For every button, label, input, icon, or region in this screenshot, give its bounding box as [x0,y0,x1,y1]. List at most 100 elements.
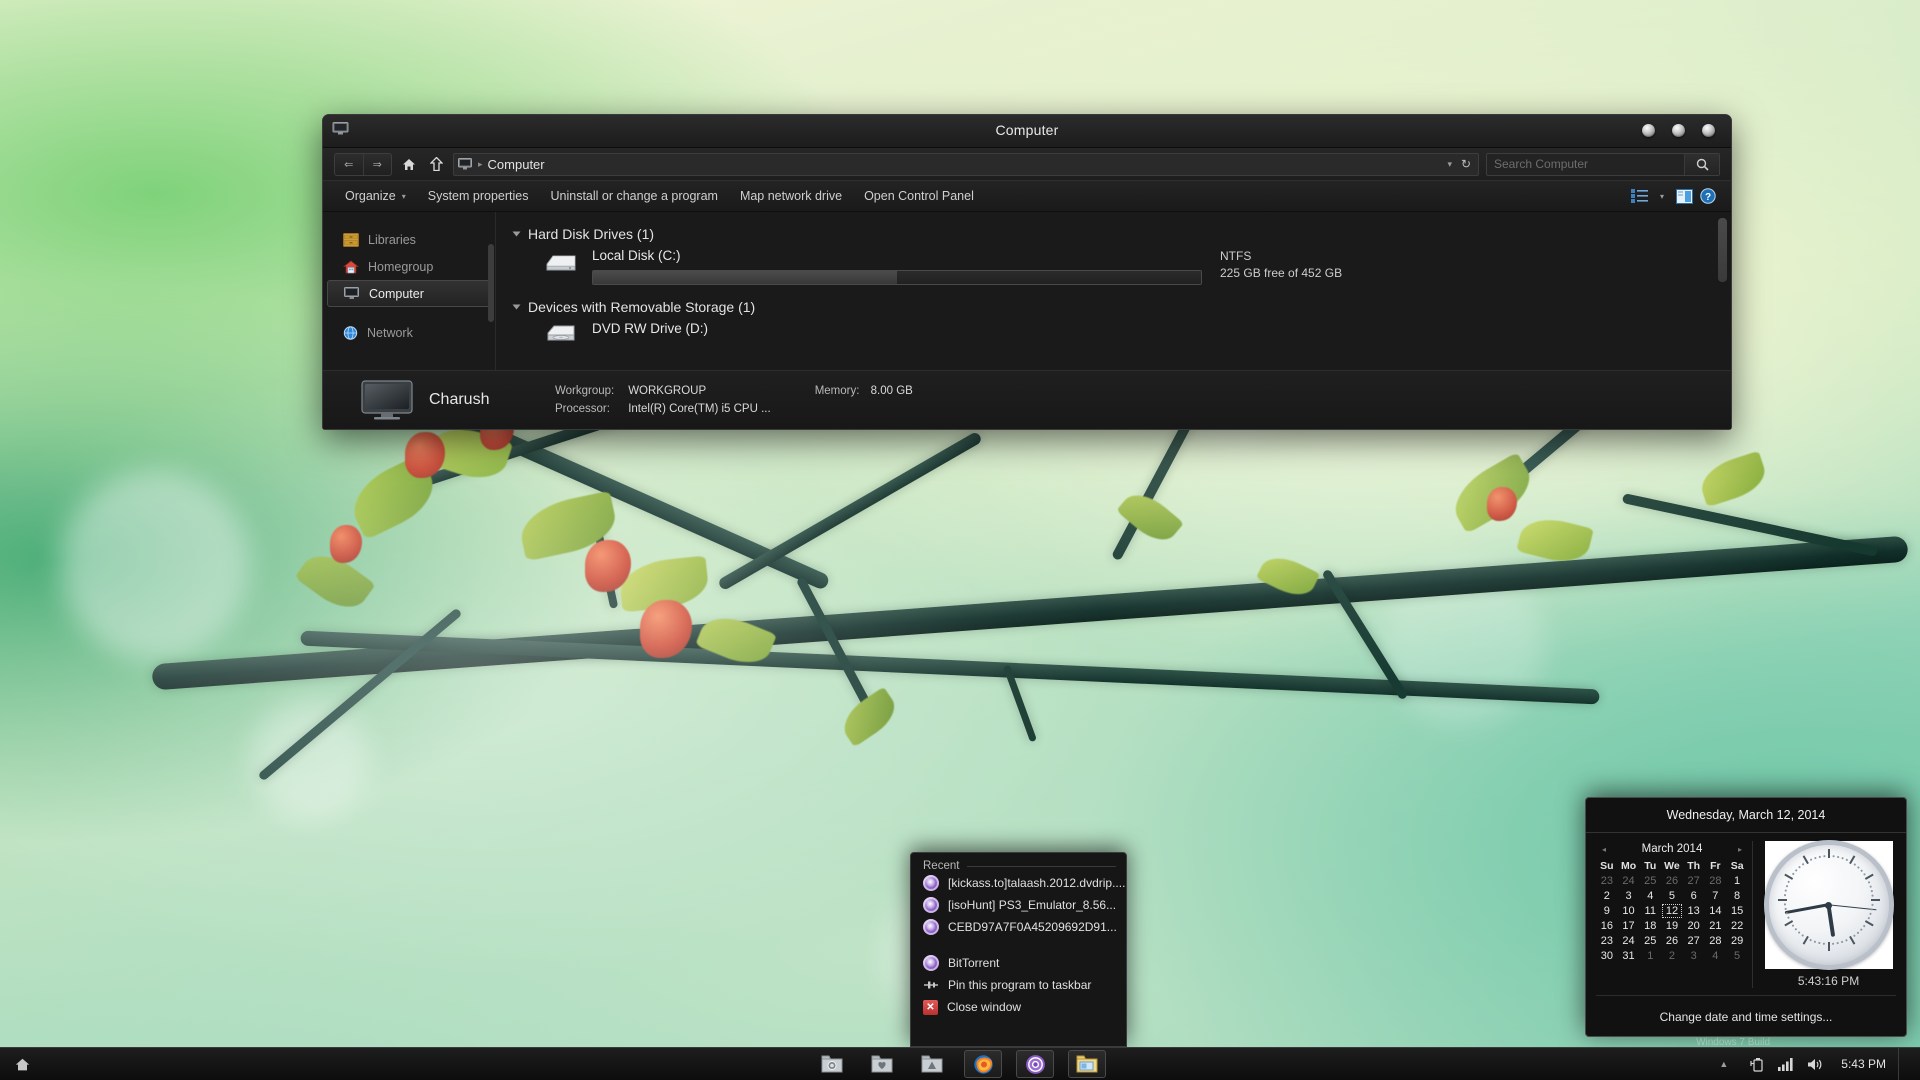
calendar-month-title[interactable]: March 2014 [1642,843,1703,855]
breadcrumb[interactable]: ▸ Computer ▾ ↻ [453,152,1479,176]
calendar-day-cell[interactable]: 3 [1683,948,1705,963]
jumplist-launch-bittorrent[interactable]: BitTorrent [911,952,1126,974]
calendar-day-cell[interactable]: 2 [1661,948,1683,963]
calendar-day-cell[interactable]: 2 [1596,888,1618,903]
calendar-day-cell[interactable]: 7 [1705,888,1727,903]
show-desktop-button[interactable] [1898,1048,1908,1080]
calendar-day-cell[interactable]: 27 [1683,933,1705,948]
taskbar-item-folder-camera[interactable] [814,1051,850,1077]
calendar-day-cell[interactable]: 8 [1726,888,1748,903]
calendar-day-cell[interactable]: 12 [1661,903,1683,918]
collapse-triangle-icon[interactable] [512,231,521,237]
command-bar-right[interactable]: ▾ ? [1630,186,1720,206]
calendar-day-cell[interactable]: 15 [1726,903,1748,918]
calendar-day-cell[interactable]: 3 [1618,888,1640,903]
calendar-day-cell[interactable]: 26 [1661,873,1683,888]
command-open-control-panel[interactable]: Open Control Panel [853,185,985,207]
calendar-day-cell[interactable]: 30 [1596,948,1618,963]
chevron-down-icon[interactable]: ▾ [1654,192,1670,201]
calendar-day-cell[interactable]: 14 [1705,903,1727,918]
taskbar-items[interactable] [814,1050,1106,1078]
calendar-day-cell[interactable]: 1 [1639,948,1661,963]
calendar-day-cell[interactable]: 23 [1596,873,1618,888]
calendar-day-cell[interactable]: 6 [1683,888,1705,903]
calendar-day-cell[interactable]: 25 [1639,873,1661,888]
navigation-pane[interactable]: Libraries Homegroup Computer Network [323,212,496,370]
system-tray[interactable]: ▲ 5:43 PM [1711,1048,1920,1080]
calendar-day-cell[interactable]: 11 [1639,903,1661,918]
drive-item-local-disk[interactable]: Local Disk (C:) NTFS 225 GB free of 452 … [496,248,1731,285]
command-map-network-drive[interactable]: Map network drive [729,185,853,207]
address-bar[interactable]: ⇐ ⇒ ▸ Computer ▾ ↻ [323,148,1731,180]
calendar-header[interactable]: ◂ March 2014 ▸ [1596,841,1748,859]
window-titlebar[interactable]: Computer [323,115,1731,148]
close-button[interactable] [1702,124,1715,137]
taskbar-item-folder-heart[interactable] [864,1051,900,1077]
calendar-day-cell[interactable]: 20 [1683,918,1705,933]
window-controls[interactable] [1642,124,1715,137]
navigation-buttons[interactable]: ⇐ ⇒ [334,152,392,176]
calendar-prev-icon[interactable]: ◂ [1602,845,1606,854]
clock-time[interactable]: 5:43 PM [1835,1057,1886,1071]
calendar-day-cell[interactable]: 22 [1726,918,1748,933]
drive-item-dvd-rw[interactable]: DVD RW Drive (D:) [496,321,1731,349]
command-uninstall-program[interactable]: Uninstall or change a program [539,185,728,207]
home-icon[interactable] [399,154,419,174]
sidebar-scrollbar[interactable] [488,244,494,322]
search-icon[interactable] [1684,153,1719,175]
calendar-day-cell[interactable]: 19 [1661,918,1683,933]
change-date-time-settings-link[interactable]: Change date and time settings... [1586,1010,1906,1024]
command-system-properties[interactable]: System properties [417,185,540,207]
command-bar[interactable]: Organize ▾ System properties Uninstall o… [323,180,1731,212]
calendar-day-cell[interactable]: 5 [1661,888,1683,903]
preview-pane-icon[interactable] [1674,186,1694,206]
search-box[interactable] [1486,152,1720,176]
calendar-day-cell[interactable]: 5 [1726,948,1748,963]
jumplist-pin-to-taskbar[interactable]: Pin this program to taskbar [911,974,1126,996]
forward-button[interactable]: ⇒ [364,154,392,175]
calendar-day-cell[interactable]: 18 [1639,918,1661,933]
calendar-day-cell[interactable]: 13 [1683,903,1705,918]
sidebar-item-network[interactable]: Network [323,319,495,346]
search-input[interactable] [1487,156,1684,172]
calendar-day-cell[interactable]: 9 [1596,903,1618,918]
network-signal-icon[interactable] [1777,1056,1794,1073]
explorer-window[interactable]: Computer ⇐ ⇒ ▸ Computer ▾ ↻ Search Compu… [322,114,1732,430]
taskbar[interactable]: ▲ 5:43 PM [0,1047,1920,1080]
up-arrow-icon[interactable] [426,154,446,174]
calendar-day-cell[interactable]: 27 [1683,873,1705,888]
taskbar-item-folder-apps[interactable] [914,1051,950,1077]
calendar-day-cell[interactable]: 21 [1705,918,1727,933]
calendar-day-cell[interactable]: 10 [1618,903,1640,918]
battery-icon[interactable] [1748,1056,1765,1073]
calendar-day-cell[interactable]: 16 [1596,918,1618,933]
calendar[interactable]: ◂ March 2014 ▸ Su Mo Tu We Th Fr Sa 23 2… [1592,841,1752,988]
calendar-day-cell[interactable]: 31 [1618,948,1640,963]
calendar-day-cell[interactable]: 4 [1705,948,1727,963]
calendar-day-cell[interactable]: 28 [1705,933,1727,948]
breadcrumb-current[interactable]: Computer [488,157,545,172]
calendar-day-cell[interactable]: 28 [1705,873,1727,888]
sidebar-item-computer[interactable]: Computer [327,280,491,307]
calendar-day-cell[interactable]: 26 [1661,933,1683,948]
calendar-day-cell[interactable]: 4 [1639,888,1661,903]
sidebar-item-libraries[interactable]: Libraries [323,226,495,253]
calendar-day-cell[interactable]: 24 [1618,933,1640,948]
command-organize[interactable]: Organize ▾ [334,185,417,207]
jumplist-recent-item[interactable]: CEBD97A7F0A45209692D91... [911,916,1126,938]
refresh-icon[interactable]: ↻ [1461,157,1471,171]
calendar-grid[interactable]: Su Mo Tu We Th Fr Sa 23 24 25 26 27 28 1 2 3 4 5 6 7… [1596,859,1748,963]
calendar-day-cell[interactable]: 25 [1639,933,1661,948]
calendar-day-cell[interactable]: 23 [1596,933,1618,948]
taskbar-item-bittorrent[interactable] [1016,1050,1054,1078]
jumplist-recent-item[interactable]: [kickass.to]talaash.2012.dvdrip.... [911,872,1126,894]
calendar-next-icon[interactable]: ▸ [1738,845,1742,854]
jumplist-recent-item[interactable]: [isoHunt] PS3_Emulator_8.56... [911,894,1126,916]
list-view-icon[interactable] [1630,186,1650,206]
collapse-triangle-icon[interactable] [512,304,521,310]
start-button[interactable] [0,1048,44,1080]
calendar-day-cell[interactable]: 24 [1618,873,1640,888]
taskbar-jumplist[interactable]: Recent [kickass.to]talaash.2012.dvdrip..… [910,852,1127,1047]
calendar-day-cell[interactable]: 1 [1726,873,1748,888]
content-pane[interactable]: Hard Disk Drives (1) Local Disk (C:) NTF… [496,212,1731,370]
